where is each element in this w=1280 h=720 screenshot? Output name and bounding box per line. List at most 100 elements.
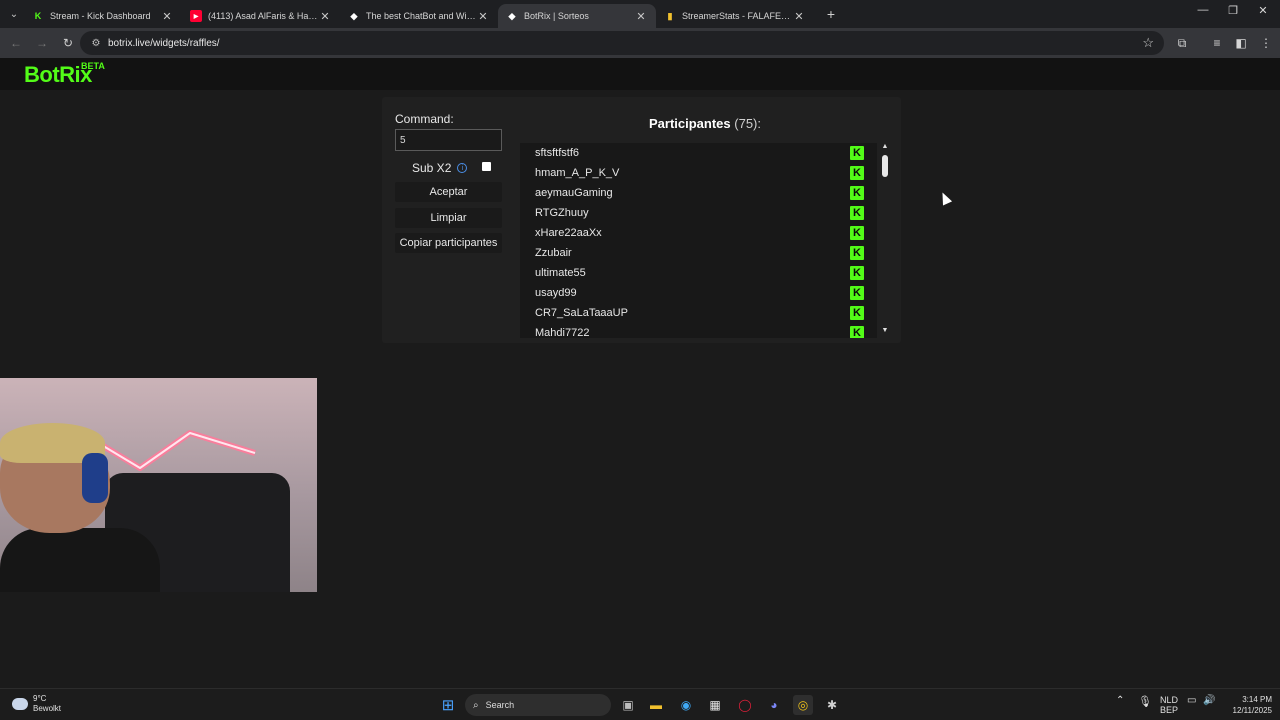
command-input[interactable]: 5	[395, 129, 502, 151]
list-item: RTGZhuuy K	[520, 203, 877, 223]
participant-name: aeymauGaming	[535, 187, 613, 199]
tab-list: K Stream - Kick Dashboard ✕ ▶ (4113) Asad Al…	[24, 0, 814, 28]
copy-participants-button[interactable]: Copiar participantes	[395, 233, 502, 253]
list-item: ultimate55 K	[520, 263, 877, 283]
site-info-icon[interactable]: ⚙	[90, 37, 102, 49]
scroll-up-icon[interactable]: ▲	[880, 143, 890, 153]
list-item: Mahdi7722 K	[520, 323, 877, 338]
system-clock[interactable]: 3:14 PM 12/11/2025	[1222, 694, 1272, 716]
clock-time: 3:14 PM	[1242, 695, 1272, 704]
botrix-icon: ◆	[508, 10, 516, 21]
participants-title: Participantes (75):	[520, 116, 890, 131]
participant-name: CR7_SaLaTaaaUP	[535, 307, 628, 319]
tab-title: The best ChatBot and Widgets	[366, 11, 476, 21]
new-tab-icon[interactable]: +	[820, 3, 842, 25]
close-window-icon[interactable]: ✕	[1248, 4, 1278, 17]
tab-close-icon[interactable]: ✕	[476, 10, 490, 23]
tab-title: StreamerStats - FALAFELCO Pro	[682, 11, 792, 21]
edge-icon[interactable]: ◉	[676, 695, 696, 715]
list-item: aeymauGaming K	[520, 183, 877, 203]
list-item: CR7_SaLaTaaaUP K	[520, 303, 877, 323]
store-icon[interactable]: ▦	[705, 695, 725, 715]
browser-tab-strip: ⌄ K Stream - Kick Dashboard ✕ ▶ (4113) Asad …	[0, 0, 1280, 28]
task-view-icon[interactable]: ▣	[618, 695, 638, 715]
browser-tab[interactable]: ▮ StreamerStats - FALAFELCO Pro✕	[656, 4, 814, 28]
browser-tab[interactable]: K Stream - Kick Dashboard ✕	[24, 4, 182, 28]
kick-icon: K	[850, 186, 864, 200]
participants-list[interactable]: sftsftfstf6 Khmam_A_P_K_V KaeymauGaming K RT…	[520, 143, 877, 338]
participant-name: xHare22aaXx	[535, 227, 602, 239]
list-item: usayd99 K	[520, 283, 877, 303]
kick-icon: K	[850, 206, 864, 220]
opera-icon[interactable]: ◯	[735, 695, 755, 715]
tab-close-icon[interactable]: ✕	[160, 10, 174, 23]
profile-icon[interactable]: ◧	[1229, 31, 1253, 55]
participant-name: ultimate55	[535, 267, 586, 279]
accept-button[interactable]: Aceptar	[395, 182, 502, 202]
sub-x2-row: Sub X2 i	[412, 161, 492, 175]
address-bar[interactable]: ⚙ botrix.live/widgets/raffles/ ☆	[80, 31, 1164, 55]
participants-label: Participantes	[648, 116, 731, 131]
tray-chevron-icon[interactable]: ⌃	[1116, 695, 1124, 706]
kick-icon: K	[850, 166, 864, 180]
tab-title: BotRix | Sorteos	[524, 11, 589, 21]
discord-icon[interactable]: ◕	[764, 695, 784, 715]
back-icon[interactable]: ←	[4, 31, 28, 55]
list-item: Zzubair K	[520, 243, 877, 263]
browser-tab[interactable]: ◆ The best ChatBot and Widgets✕	[340, 4, 498, 28]
info-icon[interactable]: i	[457, 163, 468, 173]
restore-icon[interactable]: ❐	[1218, 4, 1248, 17]
browser-toolbar: ← → ↻ ⚙ botrix.live/widgets/raffles/ ☆ ⧉…	[0, 28, 1280, 58]
bookmark-star-icon[interactable]: ☆	[1142, 35, 1154, 51]
browser-tab[interactable]: ◆ BotRix | Sorteos ✕	[498, 4, 656, 28]
cloud-icon	[12, 698, 28, 710]
windows-taskbar: 9°C Bewolkt ⊞ ⌕ Search ▣ ▬ ◉ ▦ ◯ ◕ ◎ ✱ ⌃…	[0, 688, 1280, 720]
sub-x2-label: Sub X2	[412, 161, 452, 175]
webcam-shirt	[0, 528, 160, 592]
tab-close-icon[interactable]: ✕	[634, 10, 648, 23]
volume-icon[interactable]: 🔊	[1203, 695, 1215, 706]
app-icon[interactable]: ✱	[822, 695, 842, 715]
list-item: xHare22aaXx K	[520, 223, 877, 243]
reload-icon[interactable]: ↻	[56, 31, 80, 55]
file-explorer-icon[interactable]: ▬	[646, 695, 666, 715]
forward-icon[interactable]: →	[30, 31, 54, 55]
tab-title: Stream - Kick Dashboard	[50, 11, 151, 21]
url-text: botrix.live/widgets/raffles/	[108, 37, 220, 49]
mouse-cursor-icon	[937, 190, 953, 206]
participant-name: RTGZhuuy	[535, 207, 589, 219]
participant-name: sftsftfstf6	[535, 147, 580, 159]
clear-button[interactable]: Limpiar	[395, 208, 502, 228]
menu-icon[interactable]: ⋮	[1254, 31, 1278, 55]
chrome-icon[interactable]: ◎	[793, 695, 813, 715]
app-header: BotRix BETA	[0, 58, 1280, 90]
tab-close-icon[interactable]: ✕	[318, 10, 332, 23]
scrollbar-thumb[interactable]	[882, 155, 888, 177]
network-icon[interactable]: ▭	[1187, 695, 1196, 706]
language-indicator[interactable]: NLD BEP	[1160, 695, 1178, 715]
taskbar-search[interactable]: ⌕ Search	[465, 694, 611, 716]
tab-search-icon[interactable]: ⌄	[4, 4, 24, 24]
scroll-down-icon[interactable]: ▼	[880, 327, 890, 337]
windows-start-icon[interactable]: ⊞	[438, 695, 458, 715]
sub-x2-checkbox[interactable]	[482, 162, 491, 171]
kick-icon: K	[34, 11, 42, 21]
participants-count: (75):	[734, 116, 761, 131]
botrix-icon: ◆	[350, 10, 358, 21]
tab-close-icon[interactable]: ✕	[792, 10, 806, 23]
kick-icon: K	[850, 306, 864, 320]
weather-widget[interactable]: 9°C Bewolkt	[12, 694, 61, 714]
weather-temperature: 9°C	[33, 694, 47, 703]
browser-tab[interactable]: ▶ (4113) Asad AlFaris & Hassan N✕	[182, 4, 340, 28]
raffle-panel: Command: 5 Sub X2 i Aceptar Limpiar Copi…	[382, 97, 901, 343]
webcam-overlay	[0, 378, 317, 592]
weather-condition: Bewolkt	[33, 704, 62, 713]
tab-title: (4113) Asad AlFaris & Hassan N	[208, 11, 318, 21]
extensions-icon[interactable]: ⧉	[1170, 31, 1194, 55]
microphone-icon[interactable]: 🎙	[1138, 695, 1152, 708]
chart-icon: ▮	[667, 10, 673, 21]
minimize-icon[interactable]: —	[1188, 4, 1218, 16]
clock-date: 12/11/2025	[1232, 706, 1272, 715]
media-control-icon[interactable]: ≡	[1205, 31, 1229, 55]
beta-badge: BETA	[81, 61, 105, 71]
